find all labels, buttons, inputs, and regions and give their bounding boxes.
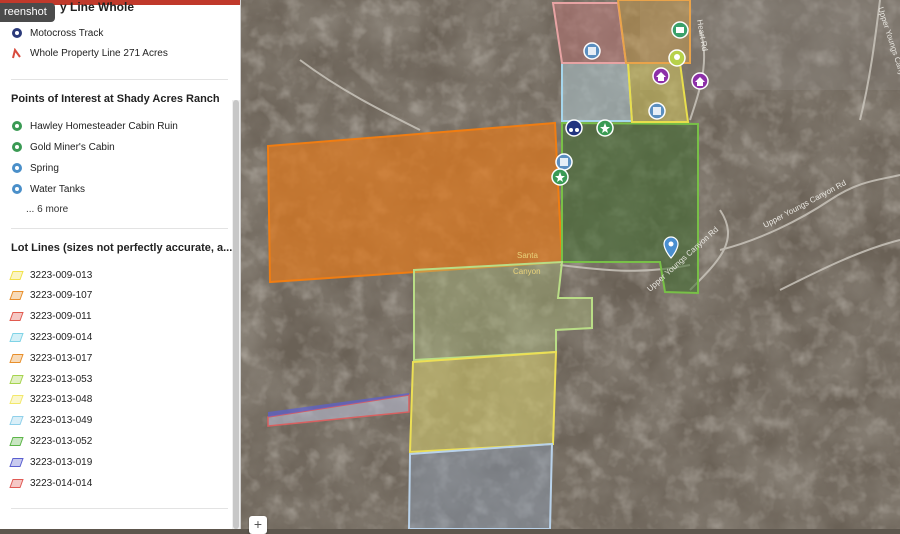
sidebar-content: reenshot y Line Whole Motocross Track Wh… xyxy=(0,0,232,529)
lot-color-swatch xyxy=(9,416,24,426)
lot-label: 3223-009-107 xyxy=(30,290,93,302)
lot-list-item[interactable]: 3223-013-017 xyxy=(9,349,93,367)
list-item-poi[interactable]: Water Tanks xyxy=(11,180,85,198)
lot-label: 3223-014-014 xyxy=(30,477,93,489)
lot-list-item[interactable]: 3223-009-014 xyxy=(9,328,93,346)
lot-list-item[interactable]: 3223-014-014 xyxy=(9,474,93,492)
list-item-label: Hawley Homesteader Cabin Ruin xyxy=(30,120,178,132)
list-item-poi[interactable]: Spring xyxy=(11,159,59,177)
lot-color-swatch xyxy=(9,353,24,363)
lot-label: 3223-009-011 xyxy=(30,311,92,323)
lot-label: 3223-013-053 xyxy=(30,373,93,385)
lot-label: 3223-013-048 xyxy=(30,394,93,406)
tree-marker[interactable] xyxy=(668,49,686,67)
section-title-lots: Lot Lines (sizes not perfectly accurate,… xyxy=(11,242,233,254)
lot-list-item[interactable]: 3223-013-019 xyxy=(9,453,93,471)
star-marker[interactable] xyxy=(596,119,614,137)
motocross-icon xyxy=(11,28,22,39)
star-icon xyxy=(11,121,22,132)
lot-list-item[interactable]: 3223-013-048 xyxy=(9,391,93,409)
lot-color-swatch xyxy=(9,374,24,384)
divider xyxy=(11,508,228,509)
list-item-label: Gold Miner's Cabin xyxy=(30,141,115,153)
screenshot-tooltip: reenshot xyxy=(0,3,55,22)
lot-3223-013-049[interactable] xyxy=(407,442,554,530)
lot-list-item[interactable]: 3223-013-049 xyxy=(9,412,93,430)
water-icon xyxy=(11,163,22,174)
water-tank-marker[interactable] xyxy=(583,42,601,60)
lot-color-swatch xyxy=(9,291,24,301)
scrollbar-thumb[interactable] xyxy=(233,100,239,529)
zoom-in-button[interactable]: + xyxy=(249,516,267,534)
sidebar-scrollbar[interactable] xyxy=(232,100,240,529)
polygon-icon xyxy=(9,332,24,343)
lot-color-swatch xyxy=(9,332,24,342)
lot-color-swatch xyxy=(9,312,24,322)
store-marker[interactable] xyxy=(671,21,689,39)
lot-list-item[interactable]: 3223-013-053 xyxy=(9,370,93,388)
lot-label: 3223-013-017 xyxy=(30,352,93,364)
water-icon xyxy=(11,184,22,195)
satellite-map[interactable]: Upper Youngs Canyon Rd Upper Youngs Cany… xyxy=(241,0,900,530)
list-item-label: Motocross Track xyxy=(30,27,104,39)
water-tank-marker[interactable] xyxy=(555,153,573,171)
polygon-icon xyxy=(9,457,24,468)
star-icon xyxy=(11,142,22,153)
sidebar-panel: reenshot y Line Whole Motocross Track Wh… xyxy=(0,0,241,529)
lot-color-swatch xyxy=(9,478,24,488)
divider xyxy=(11,79,228,80)
lot-label: 3223-013-019 xyxy=(30,456,93,468)
lot-list-item[interactable]: 3223-009-013 xyxy=(9,266,93,284)
list-item-label: Spring xyxy=(30,162,59,174)
lot-list-item[interactable]: 3223-009-011 xyxy=(9,308,92,326)
place-label: Santa xyxy=(517,251,538,260)
lot-list-item[interactable]: 3223-009-107 xyxy=(9,287,93,305)
list-item-label: Whole Property Line 271 Acres xyxy=(30,47,168,59)
cabin-marker[interactable] xyxy=(691,72,709,90)
lot-label: 3223-013-049 xyxy=(30,415,93,427)
cabin-marker[interactable] xyxy=(652,67,670,85)
polygon-icon xyxy=(9,415,24,426)
lot-color-swatch xyxy=(9,395,24,405)
line-icon xyxy=(11,47,22,59)
lot-color-swatch xyxy=(9,436,24,446)
lot-color-swatch xyxy=(9,270,24,280)
lot-label: 3223-013-052 xyxy=(30,435,93,447)
lot-color-swatch xyxy=(9,457,24,467)
lot-list-item[interactable]: 3223-013-052 xyxy=(9,432,93,450)
section-title-property-line: y Line Whole xyxy=(60,0,135,14)
motocross-marker[interactable] xyxy=(565,119,583,137)
polygon-icon xyxy=(9,374,24,385)
map-view[interactable]: Upper Youngs Canyon Rd Upper Youngs Cany… xyxy=(241,0,900,530)
lot-label: 3223-009-014 xyxy=(30,331,93,343)
polygon-icon xyxy=(9,353,24,364)
list-item-poi[interactable]: Gold Miner's Cabin xyxy=(11,138,115,156)
place-label: Canyon xyxy=(513,267,541,276)
lot-3223-009-014[interactable] xyxy=(561,62,634,122)
polygon-icon xyxy=(9,478,24,489)
list-item-motocross[interactable]: Motocross Track xyxy=(11,24,103,42)
divider xyxy=(11,228,228,229)
polygon-icon xyxy=(9,270,24,281)
water-tank-marker[interactable] xyxy=(648,102,666,120)
section-title-poi: Points of Interest at Shady Acres Ranch xyxy=(11,93,220,105)
lot-3223-013-048[interactable] xyxy=(408,350,558,454)
polygon-icon xyxy=(9,436,24,447)
more-link[interactable]: ... 6 more xyxy=(26,204,68,215)
polygon-icon xyxy=(9,394,24,405)
list-item-label: Water Tanks xyxy=(30,183,86,195)
star-marker[interactable] xyxy=(551,168,569,186)
lot-label: 3223-009-013 xyxy=(30,269,93,281)
polygon-icon xyxy=(9,311,24,322)
list-item-whole-property-line[interactable]: Whole Property Line 271 Acres xyxy=(11,44,168,62)
polygon-icon xyxy=(9,290,24,301)
list-item-poi[interactable]: Hawley Homesteader Cabin Ruin xyxy=(11,117,178,135)
